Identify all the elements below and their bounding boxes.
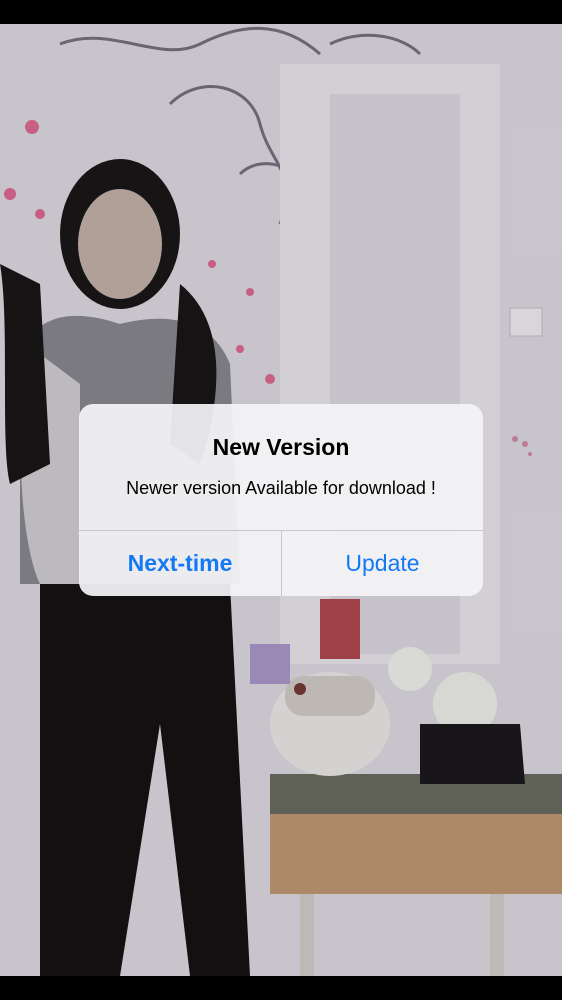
top-letterbox: [0, 0, 562, 24]
update-button[interactable]: Update: [282, 531, 483, 596]
bottom-letterbox: [0, 976, 562, 1000]
alert-title: New Version: [212, 434, 350, 460]
next-time-button[interactable]: Next-time: [79, 531, 281, 596]
new-version-alert: New Version Newer version Available for …: [79, 404, 483, 596]
alert-message: Newer version Available for download !: [126, 478, 436, 498]
